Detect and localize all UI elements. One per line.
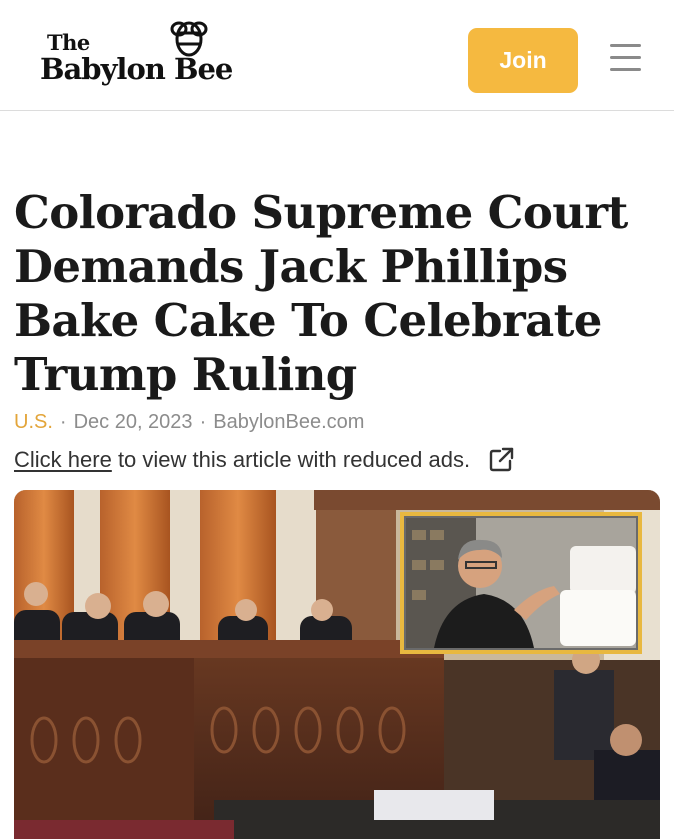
source-name: BabylonBee.com [213,411,365,433]
babylon-bee-logo[interactable]: The Babylon Bee [38,18,270,94]
reduced-ads-text: to view this article with reduced ads. [117,446,471,472]
reduced-ads-notice: Click here to view this article with red… [14,446,515,473]
reduced-ads-link[interactable]: Click here [14,447,112,473]
category-link[interactable]: U.S. [14,411,53,433]
logo-line-name: Babylon Bee [40,52,233,86]
article-hero-image[interactable] [14,490,660,839]
publish-date: Dec 20, 2023 [73,411,193,433]
article-headline: Colorado Supreme Court Demands Jack Phil… [14,186,628,401]
meta-separator: · [59,411,67,433]
external-link-icon[interactable] [488,446,515,473]
join-button[interactable]: Join [468,28,578,93]
courtroom-photo-illustration [14,490,660,839]
hamburger-menu-icon[interactable] [608,40,644,74]
article-meta: U.S. · Dec 20, 2023 · BabylonBee.com [14,411,364,434]
meta-separator: · [199,411,207,433]
site-header: The Babylon Bee Join [0,0,674,111]
